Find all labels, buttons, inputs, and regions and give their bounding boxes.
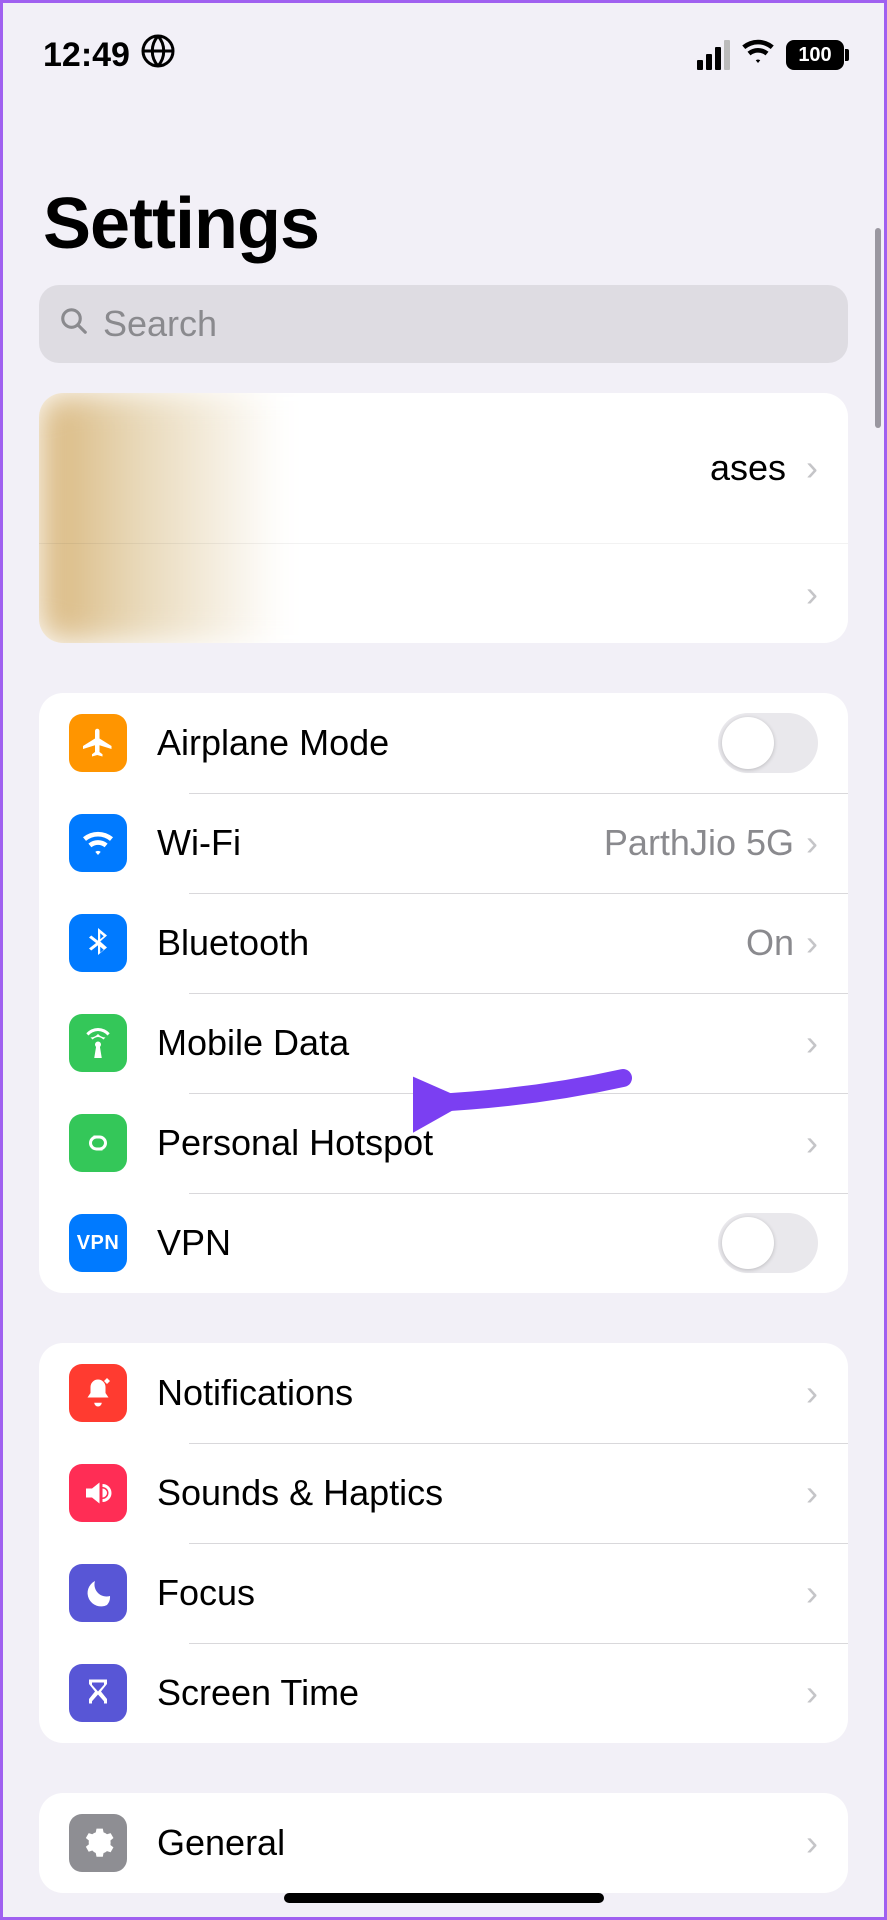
row-label: VPN — [157, 1222, 718, 1264]
scroll-indicator[interactable] — [875, 228, 881, 428]
row-label: Sounds & Haptics — [157, 1472, 806, 1514]
general-row[interactable]: General › — [39, 1793, 848, 1893]
chevron-right-icon: › — [806, 1822, 818, 1864]
chevron-right-icon: › — [806, 1122, 818, 1164]
row-label: Airplane Mode — [157, 722, 718, 764]
row-label: Focus — [157, 1572, 806, 1614]
vpn-row[interactable]: VPN VPN — [39, 1193, 848, 1293]
row-label: General — [157, 1822, 806, 1864]
bluetooth-row[interactable]: Bluetooth On › — [39, 893, 848, 993]
search-input[interactable]: Search — [39, 285, 848, 363]
clock: 12:49 — [43, 36, 130, 75]
focus-row[interactable]: Focus › — [39, 1543, 848, 1643]
chevron-right-icon: › — [806, 447, 818, 489]
chevron-right-icon: › — [806, 1372, 818, 1414]
airplane-toggle[interactable] — [718, 713, 818, 773]
row-label: Notifications — [157, 1372, 806, 1414]
chevron-right-icon: › — [806, 1672, 818, 1714]
bluetooth-icon — [69, 914, 127, 972]
airplane-icon — [69, 714, 127, 772]
apple-id-section[interactable]: ases › › — [39, 393, 848, 643]
vpn-toggle[interactable] — [718, 1213, 818, 1273]
search-placeholder: Search — [103, 303, 217, 345]
chevron-right-icon: › — [806, 1022, 818, 1064]
wifi-row[interactable]: Wi-Fi ParthJio 5G › — [39, 793, 848, 893]
row-value: ParthJio 5G — [604, 822, 794, 864]
sounds-row[interactable]: Sounds & Haptics › — [39, 1443, 848, 1543]
vpn-icon: VPN — [69, 1214, 127, 1272]
bell-icon — [69, 1364, 127, 1422]
chevron-right-icon: › — [806, 922, 818, 964]
system-group: General › — [39, 1793, 848, 1893]
wifi-icon — [69, 814, 127, 872]
row-label: Personal Hotspot — [157, 1122, 806, 1164]
antenna-icon — [69, 1014, 127, 1072]
row-label: Screen Time — [157, 1672, 806, 1714]
search-icon — [59, 303, 89, 345]
connectivity-group: Airplane Mode Wi-Fi ParthJio 5G › Blueto… — [39, 693, 848, 1293]
moon-icon — [69, 1564, 127, 1622]
link-icon — [69, 1114, 127, 1172]
row-label: Mobile Data — [157, 1022, 806, 1064]
screentime-row[interactable]: Screen Time › — [39, 1643, 848, 1743]
airplane-mode-row[interactable]: Airplane Mode — [39, 693, 848, 793]
gear-icon — [69, 1814, 127, 1872]
battery-icon: 100 — [786, 40, 844, 70]
globe-icon — [140, 33, 176, 78]
hourglass-icon — [69, 1664, 127, 1722]
status-left: 12:49 — [43, 33, 176, 78]
mobile-data-row[interactable]: Mobile Data › — [39, 993, 848, 1093]
home-indicator[interactable] — [284, 1893, 604, 1903]
attention-group: Notifications › Sounds & Haptics › Focus… — [39, 1343, 848, 1743]
apple-id-subtitle: ases — [710, 447, 786, 489]
chevron-right-icon: › — [806, 573, 818, 615]
wifi-status-icon — [740, 33, 776, 78]
speaker-icon — [69, 1464, 127, 1522]
notifications-row[interactable]: Notifications › — [39, 1343, 848, 1443]
row-label: Bluetooth — [157, 922, 746, 964]
status-bar: 12:49 100 — [3, 3, 884, 83]
page-title: Settings — [3, 83, 884, 285]
row-label: Wi-Fi — [157, 822, 604, 864]
chevron-right-icon: › — [806, 1472, 818, 1514]
chevron-right-icon: › — [806, 822, 818, 864]
status-right: 100 — [697, 33, 844, 78]
cellular-signal-icon — [697, 40, 730, 70]
hotspot-row[interactable]: Personal Hotspot › — [39, 1093, 848, 1193]
row-value: On — [746, 922, 794, 964]
chevron-right-icon: › — [806, 1572, 818, 1614]
